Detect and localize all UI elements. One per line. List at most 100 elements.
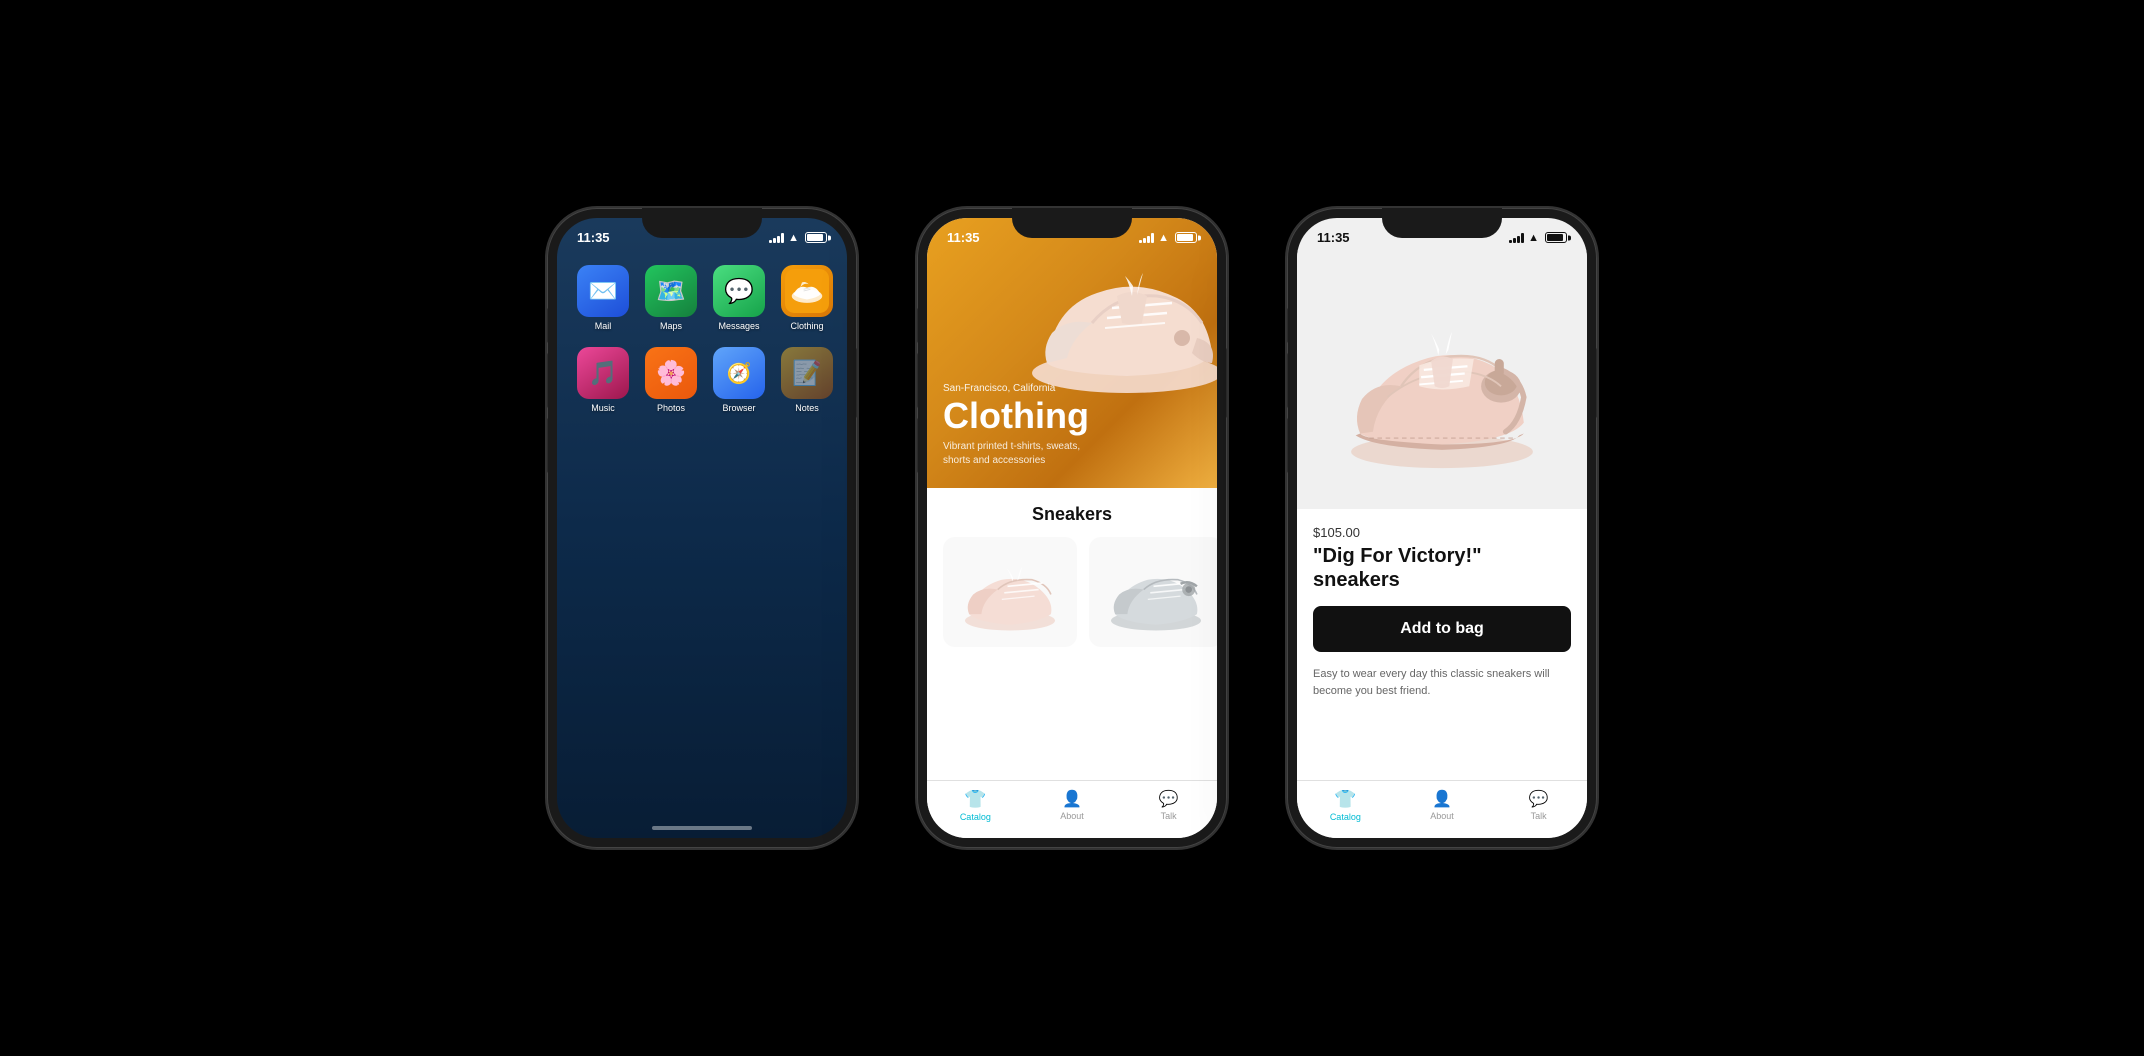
power-button-2[interactable] bbox=[1226, 348, 1227, 418]
app-photos[interactable]: 🌸 Photos bbox=[645, 347, 697, 413]
power-button-3[interactable] bbox=[1596, 348, 1597, 418]
catalog-tab-label-3: Catalog bbox=[1330, 812, 1361, 822]
catalog-tab-label-2: Catalog bbox=[960, 812, 991, 822]
tab-catalog-2[interactable]: 👕 Catalog bbox=[927, 789, 1024, 822]
signal-bar-2-3 bbox=[1147, 236, 1150, 243]
messages-icon-bg: 💬 bbox=[713, 265, 765, 317]
talk-tab-label-3: Talk bbox=[1531, 811, 1547, 821]
signal-icon-2 bbox=[1139, 233, 1154, 243]
signal-bar-1 bbox=[769, 240, 772, 243]
app-music[interactable]: 🎵 Music bbox=[577, 347, 629, 413]
signal-bar-3-4 bbox=[1521, 233, 1524, 243]
product-card-pink[interactable] bbox=[943, 537, 1077, 647]
signal-bar-3 bbox=[777, 236, 780, 243]
maps-label: Maps bbox=[660, 321, 682, 331]
signal-bar-2-4 bbox=[1151, 233, 1154, 243]
tab-about-2[interactable]: 👤 About bbox=[1024, 789, 1121, 822]
catalog-tab-icon-2: 👕 bbox=[964, 789, 986, 810]
mail-label: Mail bbox=[595, 321, 612, 331]
app-notes[interactable]: 📝 Notes bbox=[781, 347, 833, 413]
tab-catalog-3[interactable]: 👕 Catalog bbox=[1297, 789, 1394, 822]
status-icons-3: ▲ bbox=[1509, 232, 1567, 244]
maps-icon-bg: 🗺️ bbox=[645, 265, 697, 317]
power-button[interactable] bbox=[856, 348, 857, 418]
tab-talk-3[interactable]: 💬 Talk bbox=[1490, 789, 1587, 822]
status-bar-1: 11:35 ▲ bbox=[557, 218, 847, 249]
signal-bar-3-1 bbox=[1509, 240, 1512, 243]
catalog-tab-icon-3: 👕 bbox=[1334, 789, 1356, 810]
phone2-screen: 11:35 ▲ bbox=[927, 218, 1217, 838]
product-detail-hero bbox=[1297, 249, 1587, 509]
section-title: Sneakers bbox=[943, 504, 1201, 525]
product-name: "Dig For Victory!" sneakers bbox=[1313, 544, 1571, 592]
status-icons-1: ▲ bbox=[769, 232, 827, 244]
product-price: $105.00 bbox=[1313, 525, 1571, 540]
talk-tab-icon-2: 💬 bbox=[1159, 789, 1179, 809]
product-grid bbox=[943, 537, 1201, 647]
volume-up-button-3[interactable] bbox=[1287, 353, 1288, 408]
photos-icon-bg: 🌸 bbox=[645, 347, 697, 399]
hero-title: Clothing bbox=[943, 398, 1103, 434]
browser-icon-bg: 🧭 bbox=[713, 347, 765, 399]
product-description: Easy to wear every day this classic snea… bbox=[1313, 666, 1571, 699]
volume-up-button-2[interactable] bbox=[917, 353, 918, 408]
product-card-grey[interactable] bbox=[1089, 537, 1217, 647]
wifi-icon: ▲ bbox=[788, 232, 799, 244]
app-grid: ✉️ Mail 🗺️ Maps 💬 Messages bbox=[557, 249, 847, 425]
tab-about-3[interactable]: 👤 About bbox=[1394, 789, 1491, 822]
signal-bar-3-3 bbox=[1517, 236, 1520, 243]
mail-icon-bg: ✉️ bbox=[577, 265, 629, 317]
clothing-label: Clothing bbox=[790, 321, 823, 331]
signal-bar-2-1 bbox=[1139, 240, 1142, 243]
volume-up-button[interactable] bbox=[547, 353, 548, 408]
about-tab-icon-2: 👤 bbox=[1062, 789, 1082, 809]
signal-icon bbox=[769, 233, 784, 243]
phone3-screen: 11:35 ▲ bbox=[1297, 218, 1587, 838]
tab-talk-2[interactable]: 💬 Talk bbox=[1120, 789, 1217, 822]
status-time-1: 11:35 bbox=[577, 230, 610, 245]
browser-label: Browser bbox=[722, 403, 755, 413]
volume-down-button-2[interactable] bbox=[917, 418, 918, 473]
notes-icon-bg: 📝 bbox=[781, 347, 833, 399]
mute-button[interactable] bbox=[547, 308, 548, 343]
battery-icon-3 bbox=[1545, 232, 1567, 243]
status-icons-2: ▲ bbox=[1139, 232, 1197, 244]
battery-icon-2 bbox=[1175, 232, 1197, 243]
app-messages[interactable]: 💬 Messages bbox=[713, 265, 765, 331]
hero-section: 11:35 ▲ bbox=[927, 218, 1217, 488]
signal-bar-3-2 bbox=[1513, 238, 1516, 243]
clothing-icon-bg bbox=[781, 265, 833, 317]
battery-icon bbox=[805, 232, 827, 243]
notes-label: Notes bbox=[795, 403, 819, 413]
app-clothing[interactable]: Clothing bbox=[781, 265, 833, 331]
signal-bar-2-2 bbox=[1143, 238, 1146, 243]
signal-bar-4 bbox=[781, 233, 784, 243]
status-bar-2: 11:35 ▲ bbox=[927, 218, 1217, 249]
wifi-icon-3: ▲ bbox=[1528, 232, 1539, 244]
hero-location: San-Francisco, California bbox=[943, 383, 1103, 394]
volume-down-button-3[interactable] bbox=[1287, 418, 1288, 473]
mute-button-3[interactable] bbox=[1287, 308, 1288, 343]
about-tab-icon-3: 👤 bbox=[1432, 789, 1452, 809]
hero-content: San-Francisco, California Clothing Vibra… bbox=[943, 383, 1103, 468]
signal-icon-3 bbox=[1509, 233, 1524, 243]
mute-button-2[interactable] bbox=[917, 308, 918, 343]
signal-bar-2 bbox=[773, 238, 776, 243]
battery-fill-3 bbox=[1547, 234, 1563, 241]
app-browser[interactable]: 🧭 Browser bbox=[713, 347, 765, 413]
app-mail[interactable]: ✉️ Mail bbox=[577, 265, 629, 331]
music-icon-bg: 🎵 bbox=[577, 347, 629, 399]
phone-1: 11:35 ▲ ✉️ Mail 🗺️ bbox=[547, 208, 857, 848]
volume-down-button[interactable] bbox=[547, 418, 548, 473]
battery-fill-2 bbox=[1177, 234, 1193, 241]
status-time-2: 11:35 bbox=[947, 230, 980, 245]
hero-subtitle: Vibrant printed t-shirts, sweats, shorts… bbox=[943, 440, 1103, 468]
phone1-screen: 11:35 ▲ ✉️ Mail 🗺️ bbox=[557, 218, 847, 838]
app-maps[interactable]: 🗺️ Maps bbox=[645, 265, 697, 331]
phone-2: 11:35 ▲ bbox=[917, 208, 1227, 848]
talk-tab-icon-3: 💬 bbox=[1529, 789, 1549, 809]
add-to-bag-button[interactable]: Add to bag bbox=[1313, 606, 1571, 652]
tab-bar-2: 👕 Catalog 👤 About 💬 Talk bbox=[927, 780, 1217, 838]
status-time-3: 11:35 bbox=[1317, 230, 1350, 245]
tab-bar-3: 👕 Catalog 👤 About 💬 Talk bbox=[1297, 780, 1587, 838]
